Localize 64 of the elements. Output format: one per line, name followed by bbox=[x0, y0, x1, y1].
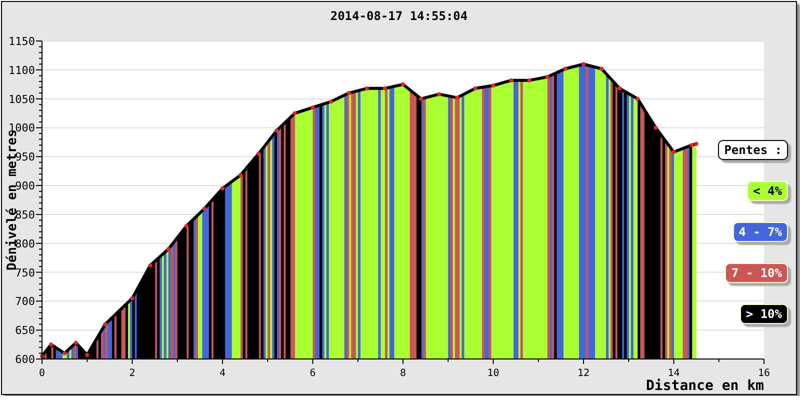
data-point bbox=[49, 342, 54, 347]
data-point bbox=[74, 340, 78, 345]
x-axis-title: Distance en km bbox=[646, 378, 764, 394]
data-point bbox=[437, 92, 442, 96]
data-point bbox=[103, 322, 108, 326]
x-tick-label: 12 bbox=[577, 368, 590, 379]
data-point bbox=[184, 224, 188, 228]
data-point bbox=[636, 96, 640, 101]
y-tick-label: 650 bbox=[15, 324, 35, 338]
data-point bbox=[292, 111, 297, 116]
data-point bbox=[473, 86, 478, 90]
data-point bbox=[382, 86, 387, 90]
y-tick-label: 950 bbox=[15, 150, 35, 164]
x-tick-label: 16 bbox=[758, 368, 770, 379]
y-tick-label: 750 bbox=[15, 266, 35, 280]
y-tick-label: 700 bbox=[15, 295, 35, 308]
y-tick-label: 1100 bbox=[8, 64, 35, 77]
x-tick-label: 10 bbox=[487, 368, 500, 379]
data-point bbox=[455, 96, 460, 100]
legend-item: < 4% bbox=[747, 181, 788, 201]
x-tick-label: 14 bbox=[668, 368, 680, 379]
x-tick-label: 8 bbox=[400, 368, 406, 379]
data-point bbox=[40, 354, 44, 358]
data-point bbox=[166, 247, 170, 252]
data-point bbox=[310, 106, 315, 110]
data-point bbox=[220, 186, 224, 190]
x-tick-label: 4 bbox=[219, 368, 226, 379]
data-point bbox=[274, 128, 279, 133]
data-point bbox=[85, 352, 90, 357]
data-point bbox=[238, 173, 243, 178]
data-point bbox=[563, 66, 568, 71]
y-tick-label: 900 bbox=[15, 180, 35, 193]
y-tick-label: 1150 bbox=[8, 35, 35, 48]
data-point bbox=[202, 206, 206, 211]
data-point bbox=[491, 84, 496, 88]
data-point bbox=[527, 78, 532, 82]
data-point bbox=[672, 150, 676, 154]
data-point bbox=[364, 86, 369, 90]
y-tick-label: 850 bbox=[15, 208, 35, 222]
data-point bbox=[62, 351, 67, 356]
chart-title: 2014-08-17 14:55:04 bbox=[329, 8, 469, 25]
x-tick-label: 6 bbox=[310, 368, 316, 379]
legend-title: Pentes : bbox=[718, 140, 788, 160]
data-point bbox=[130, 296, 134, 300]
data-point bbox=[346, 91, 351, 96]
data-point bbox=[256, 152, 261, 156]
y-tick-label: 1050 bbox=[8, 92, 35, 106]
data-point bbox=[618, 86, 622, 90]
y-tick-label: 800 bbox=[15, 237, 35, 250]
data-point bbox=[582, 62, 586, 66]
x-tick-label: 0 bbox=[38, 368, 46, 379]
legend-item: 4 - 7% bbox=[732, 222, 788, 242]
data-point bbox=[328, 100, 333, 104]
data-point bbox=[509, 78, 514, 82]
data-point bbox=[545, 74, 550, 79]
data-point bbox=[401, 82, 405, 86]
x-tick-label: 2 bbox=[129, 368, 136, 379]
legend-item: > 10% bbox=[740, 304, 788, 324]
data-point bbox=[148, 263, 152, 268]
legend-item: 7 - 10% bbox=[725, 263, 788, 283]
y-tick-label: 600 bbox=[15, 353, 35, 366]
data-point bbox=[600, 66, 604, 71]
data-point bbox=[419, 96, 424, 101]
data-point bbox=[654, 126, 658, 130]
